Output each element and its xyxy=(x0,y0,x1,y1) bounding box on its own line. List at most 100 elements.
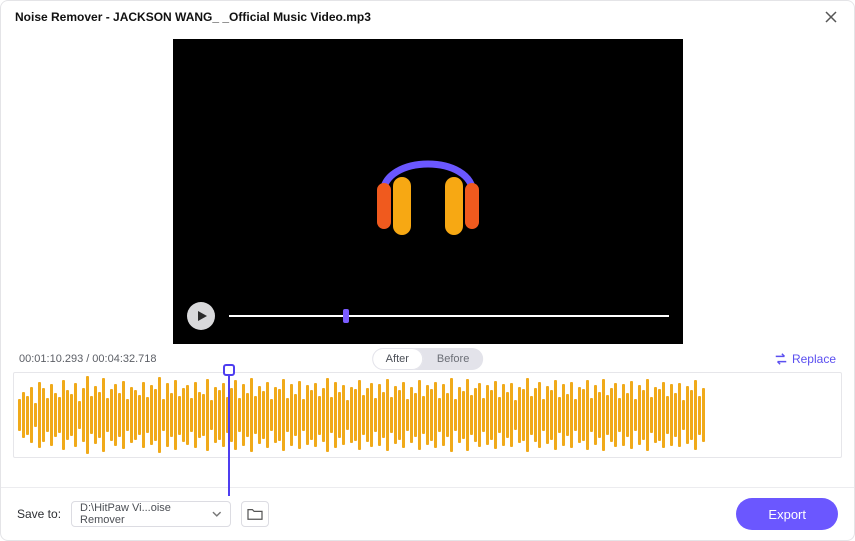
waveform-bar xyxy=(486,385,489,444)
waveform-bar xyxy=(554,380,557,450)
waveform-bar xyxy=(138,395,141,435)
playhead-handle[interactable] xyxy=(223,364,235,376)
waveform-bar xyxy=(430,389,433,440)
waveform-bar xyxy=(362,395,365,435)
save-path-select[interactable]: D:\HitPaw Vi...oise Remover xyxy=(71,501,231,527)
waveform-bar xyxy=(574,399,577,430)
waveform-bar xyxy=(330,397,333,433)
waveform-bar xyxy=(154,389,157,440)
player-area xyxy=(1,33,854,344)
waveform-bar xyxy=(422,396,425,434)
close-button[interactable] xyxy=(822,8,840,26)
waveform-bar xyxy=(306,385,309,444)
waveform-bar xyxy=(114,384,117,445)
waveform-bar xyxy=(614,383,617,448)
swap-icon xyxy=(774,352,788,366)
waveform-bar xyxy=(182,388,185,441)
waveform-bar xyxy=(118,393,121,436)
waveform-bar xyxy=(74,383,77,448)
app-window: Noise Remover - JACKSON WANG_ _Official … xyxy=(0,0,855,541)
waveform-track[interactable] xyxy=(13,372,842,458)
waveform-bar xyxy=(678,383,681,447)
waveform-bar xyxy=(646,379,649,450)
waveform-bar xyxy=(610,388,613,441)
waveform-bar xyxy=(282,379,285,450)
playhead-line[interactable] xyxy=(228,376,230,496)
after-before-toggle[interactable]: After Before xyxy=(372,348,484,370)
waveform-bar xyxy=(166,383,169,447)
waveform-bar xyxy=(234,380,237,449)
waveform-bar xyxy=(270,399,273,430)
waveform-bar xyxy=(406,399,409,430)
waveform-bar xyxy=(374,398,377,431)
waveform-bar xyxy=(378,384,381,446)
open-folder-button[interactable] xyxy=(241,501,269,527)
waveform-bar xyxy=(322,388,325,441)
waveform-bar xyxy=(418,380,421,449)
waveform-bar xyxy=(510,383,513,448)
waveform-bar xyxy=(18,399,21,430)
play-button[interactable] xyxy=(187,302,215,330)
waveform-bar xyxy=(450,378,453,453)
toggle-after[interactable]: After xyxy=(372,348,423,370)
waveform-bar xyxy=(86,376,89,454)
waveform-bar xyxy=(394,386,397,444)
waveform-bar xyxy=(558,397,561,434)
waveform-bar xyxy=(62,380,65,449)
toggle-before[interactable]: Before xyxy=(423,348,483,370)
seek-handle[interactable] xyxy=(343,309,349,323)
waveform-bar xyxy=(490,390,493,440)
waveform-bar xyxy=(254,396,257,434)
waveform-bar xyxy=(102,378,105,452)
waveform-bar xyxy=(598,392,601,439)
waveform-bar xyxy=(454,399,457,431)
waveform-bar xyxy=(658,389,661,440)
waveform-bar xyxy=(194,382,197,449)
waveform-bar xyxy=(702,388,705,443)
waveform-bar xyxy=(334,382,337,449)
waveform-bar xyxy=(534,388,537,443)
waveform-bar xyxy=(174,380,177,450)
waveform-bar xyxy=(70,394,73,436)
waveform-area xyxy=(1,372,854,458)
playback-controls xyxy=(187,302,669,330)
waveform-bar xyxy=(618,398,621,433)
waveform-bar xyxy=(350,387,353,444)
waveform-bar xyxy=(42,388,45,441)
seek-bar[interactable] xyxy=(229,315,669,317)
waveform-bar xyxy=(634,399,637,431)
waveform-bar xyxy=(494,381,497,449)
waveform-bar xyxy=(474,388,477,441)
waveform-bar xyxy=(342,385,345,445)
waveform-bar xyxy=(594,385,597,445)
waveform-bar xyxy=(302,399,305,431)
waveform-bar xyxy=(158,377,161,453)
waveform-bar xyxy=(386,379,389,451)
waveform-bar xyxy=(642,390,645,440)
time-separator: / xyxy=(86,353,89,365)
waveform-bar xyxy=(674,393,677,436)
waveform-bar xyxy=(626,393,629,438)
waveform-bar xyxy=(146,397,149,433)
waveform-bar xyxy=(30,387,33,443)
waveform-bar xyxy=(698,396,701,435)
waveform-bar xyxy=(246,393,249,438)
waveform-bar xyxy=(198,392,201,439)
waveform-bar xyxy=(94,386,97,444)
waveform-bar xyxy=(542,399,545,431)
waveform-bar xyxy=(478,383,481,447)
replace-button[interactable]: Replace xyxy=(774,352,836,366)
waveform-bar xyxy=(258,386,261,444)
save-path-value: D:\HitPaw Vi...oise Remover xyxy=(80,502,212,526)
waveform-bar xyxy=(126,399,129,430)
waveform-bar xyxy=(38,382,41,449)
waveform-bar xyxy=(262,391,265,439)
waveform-bar xyxy=(214,387,217,444)
waveform-bar xyxy=(66,390,69,440)
waveform-bar xyxy=(294,394,297,436)
waveform-bar xyxy=(22,392,25,439)
waveform-bar xyxy=(630,381,633,449)
export-button[interactable]: Export xyxy=(736,498,838,530)
waveform-bar xyxy=(278,389,281,440)
export-label: Export xyxy=(768,507,806,522)
